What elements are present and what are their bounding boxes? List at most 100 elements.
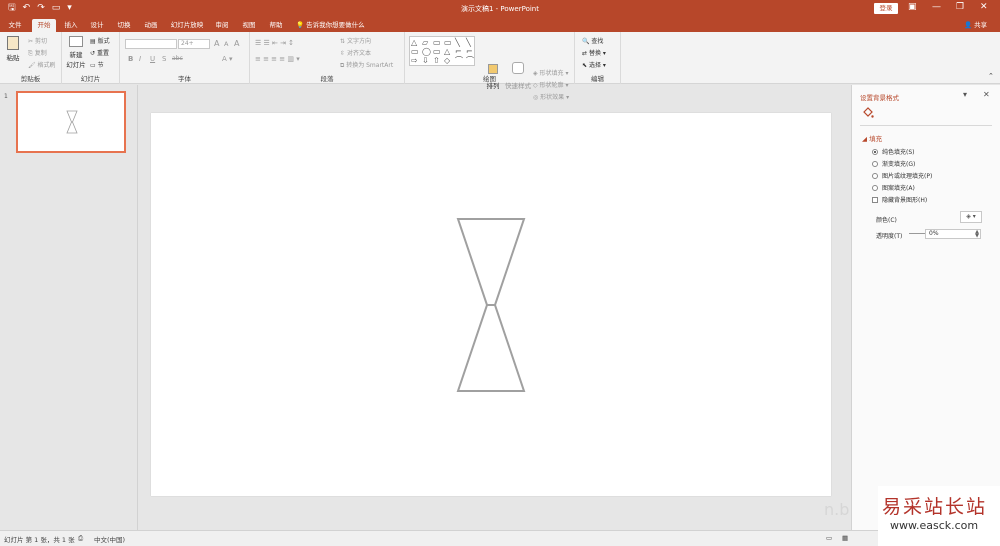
quick-styles-button[interactable]: 快速样式	[504, 62, 532, 90]
format-painter-button[interactable]: 🖌 格式刷	[28, 60, 56, 69]
tab-review[interactable]: 审阅	[211, 19, 233, 32]
new-slide-label-2: 幻灯片	[66, 61, 86, 69]
picture-fill-option[interactable]: 图片或纹理填充(P)	[872, 171, 932, 180]
shape-gallery-item[interactable]: △	[444, 47, 454, 56]
hide-graphics-checkbox[interactable]	[872, 196, 878, 203]
find-button[interactable]: 🔍 查找	[582, 36, 603, 45]
radio-pattern-fill[interactable]	[872, 184, 878, 191]
shape-gallery-item[interactable]: △	[411, 38, 421, 47]
font-name-combo[interactable]	[125, 39, 177, 49]
shape-gallery-item[interactable]: ⌐	[455, 47, 465, 56]
transparency-label: 透明度(T)	[876, 233, 903, 240]
text-direction-button[interactable]: ⇅ 文字方向	[340, 36, 371, 45]
alignment-buttons[interactable]: ≡ ≡ ≡ ≡ ▥ ▾	[255, 55, 300, 63]
shape-gallery-item[interactable]: ▭	[444, 38, 454, 47]
minimize-icon[interactable]: —	[932, 2, 941, 13]
shape-gallery-item[interactable]: ◯	[422, 47, 432, 56]
spinner-arrows-icon[interactable]: ▲ ▼	[975, 230, 979, 239]
paste-button[interactable]: 粘贴	[4, 36, 22, 62]
fill-bucket-icon[interactable]	[862, 107, 874, 119]
share-button[interactable]: 👤 共享	[964, 19, 987, 32]
font-group-label: 字体	[178, 75, 191, 83]
radio-solid-fill[interactable]	[872, 148, 878, 155]
shadow-button[interactable]: S	[162, 55, 166, 63]
shrink-font-button[interactable]: A	[224, 40, 228, 48]
tab-insert[interactable]: 插入	[60, 19, 82, 32]
select-button[interactable]: ⬉ 选择 ▾	[582, 60, 606, 69]
fill-section-header[interactable]: ◢ 填充	[862, 133, 882, 143]
close-icon[interactable]: ✕	[980, 2, 988, 13]
strikethrough-button[interactable]: abc	[172, 55, 183, 62]
tab-slideshow[interactable]: 幻灯片放映	[168, 19, 206, 32]
hide-graphics-option[interactable]: 隐藏背景图形(H)	[872, 195, 927, 204]
tab-view[interactable]: 视图	[238, 19, 260, 32]
italic-button[interactable]: I	[139, 55, 141, 63]
pane-options-icon[interactable]: ▾	[963, 90, 967, 99]
grow-font-button[interactable]: A	[214, 39, 219, 48]
tab-file[interactable]: 文件	[4, 19, 26, 32]
slide-thumbnail[interactable]	[16, 91, 126, 153]
notes-view-icon[interactable]: ▭	[826, 534, 832, 542]
ribbon-display-icon[interactable]: ▣	[908, 2, 917, 13]
copy-button[interactable]: ⎘ 复制	[28, 48, 47, 58]
tell-me-search[interactable]: 💡 告诉我你想要做什么	[296, 19, 365, 32]
slide-canvas[interactable]	[151, 113, 831, 496]
shape-gallery-item[interactable]: ⇩	[422, 56, 432, 65]
replace-button[interactable]: ⇄ 替换 ▾	[582, 48, 606, 57]
solid-fill-option[interactable]: 纯色填充(S)	[872, 147, 915, 156]
tab-design[interactable]: 设计	[86, 19, 108, 32]
smartart-button[interactable]: ⧉ 转换为 SmartArt	[340, 60, 393, 70]
shape-gallery-item[interactable]: ◇	[444, 56, 454, 65]
tab-home[interactable]: 开始	[32, 19, 56, 32]
shape-fill-button[interactable]: ◈ 形状填充 ▾	[533, 68, 568, 77]
collapse-ribbon-icon[interactable]: ⌃	[988, 72, 994, 80]
font-color-button[interactable]: A ▾	[222, 55, 233, 63]
login-button[interactable]: 登录	[874, 3, 898, 14]
tab-help[interactable]: 帮助	[265, 19, 287, 32]
shape-gallery-item[interactable]: ▭	[411, 47, 421, 56]
pane-close-icon[interactable]: ✕	[983, 90, 990, 99]
cut-button[interactable]: ✂ 剪切	[28, 36, 47, 45]
transparency-input[interactable]: 0% ▲ ▼	[925, 229, 981, 239]
align-text-button[interactable]: ⇳ 对齐文本	[340, 48, 371, 57]
shape-gallery-item[interactable]: ⌒	[455, 56, 465, 65]
spelling-icon[interactable]: ⎙	[78, 534, 83, 543]
arrange-button[interactable]: 排列	[483, 64, 503, 90]
bold-button[interactable]: B	[128, 55, 133, 63]
bullets-button[interactable]: ☰ ☰ ⇤ ⇥ ↕	[255, 39, 294, 47]
shape-gallery-item[interactable]: ╲	[466, 38, 476, 47]
tab-transitions[interactable]: 切换	[113, 19, 135, 32]
font-size-combo[interactable]: 24+	[178, 39, 210, 49]
shapes-gallery[interactable]: △ ▱ ▭ ▭ ╲ ╲ ▭ ◯ ▭ △ ⌐ ⌐ ⇨ ⇩ ⇧ ◇ ⌒ ⌒	[409, 36, 475, 66]
clear-formatting-button[interactable]: A	[234, 39, 239, 48]
restore-icon[interactable]: ❐	[956, 2, 964, 13]
radio-picture-fill[interactable]	[872, 172, 878, 179]
reset-button[interactable]: ↺ 重置	[90, 48, 109, 57]
shape-gallery-item[interactable]: ▱	[422, 38, 432, 47]
shape-gallery-item[interactable]: ⇨	[411, 56, 421, 65]
underline-button[interactable]: U	[150, 55, 155, 63]
section-button[interactable]: ▭ 节	[90, 60, 104, 69]
shape-gallery-item[interactable]: ▭	[433, 47, 443, 56]
shape-fill-label: 形状填充	[539, 70, 564, 77]
language-status[interactable]: 中文(中国)	[94, 534, 125, 544]
shape-gallery-item[interactable]: ╲	[455, 38, 465, 47]
radio-gradient-fill[interactable]	[872, 160, 878, 167]
shape-outline-button[interactable]: ◇ 形状轮廓 ▾	[533, 80, 568, 89]
shape-gallery-item[interactable]: ⌒	[466, 56, 476, 65]
new-slide-button[interactable]: 新建 幻灯片	[64, 36, 88, 69]
share-label: 共享	[974, 21, 988, 29]
hourglass-shape[interactable]	[151, 113, 831, 496]
tab-animations[interactable]: 动画	[140, 19, 162, 32]
pattern-fill-option[interactable]: 图案填充(A)	[872, 183, 915, 192]
layout-button[interactable]: ▤ 版式	[90, 36, 110, 45]
title-bar: 🖫 ↶ ↷ ▭ ▾ 演示文稿1 - PowerPoint 登录 ▣ — ❐ ✕	[0, 0, 1000, 17]
shape-effects-button[interactable]: ◎ 形状效果 ▾	[533, 92, 569, 101]
gradient-fill-option[interactable]: 渐变填充(G)	[872, 159, 915, 168]
shape-gallery-item[interactable]: ⇧	[433, 56, 443, 65]
normal-view-icon[interactable]: ▦	[842, 534, 848, 542]
shape-gallery-item[interactable]: ⌐	[466, 47, 476, 56]
transparency-slider[interactable]	[909, 233, 925, 234]
color-picker-button[interactable]: ◈ ▾	[960, 211, 982, 223]
shape-gallery-item[interactable]: ▭	[433, 38, 443, 47]
